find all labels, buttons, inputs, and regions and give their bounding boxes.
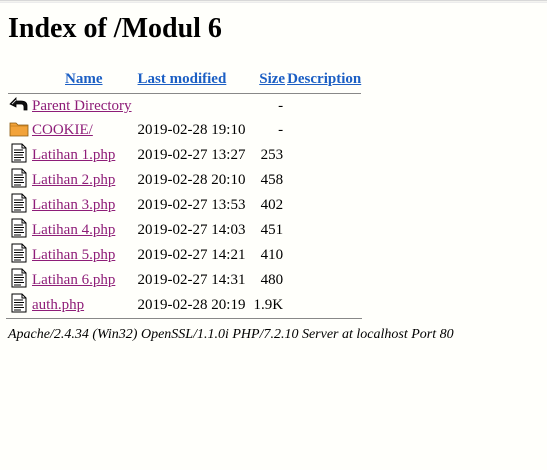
- text-file-icon: [9, 293, 29, 318]
- name-cell: Latihan 2.php: [32, 168, 136, 193]
- icon-cell: [8, 268, 30, 293]
- size-cell: 1.9K: [253, 297, 284, 314]
- description-cell: [287, 218, 361, 243]
- table-header-row: Name Last modified Size Description: [8, 68, 361, 90]
- name-cell: Parent Directory: [32, 94, 136, 119]
- text-file-icon: [9, 268, 29, 293]
- file-link[interactable]: Latihan 3.php: [32, 197, 115, 213]
- table-row: Latihan 2.php 2019-02-28 20:10 458: [8, 168, 361, 193]
- name-cell: Latihan 3.php: [32, 193, 136, 218]
- icon-cell: [8, 293, 30, 318]
- parent-directory-row: Parent Directory -: [8, 94, 361, 119]
- size-cell: 480: [260, 272, 284, 289]
- browser-top-edge: [0, 0, 547, 3]
- file-link[interactable]: Latihan 5.php: [32, 247, 115, 263]
- icon-cell: [8, 143, 30, 168]
- text-file-icon: [9, 243, 29, 268]
- name-cell: Latihan 1.php: [32, 143, 136, 168]
- sort-by-size-link[interactable]: Size: [259, 71, 285, 87]
- file-link[interactable]: auth.php: [32, 297, 84, 313]
- description-cell: [287, 193, 361, 218]
- description-cell: [287, 119, 361, 144]
- size-cell: 253: [260, 147, 284, 164]
- column-header-name: Name: [32, 68, 136, 90]
- last-modified-cell: 2019-02-27 14:21: [137, 247, 246, 264]
- icon-cell: [8, 243, 30, 268]
- size-cell: 451: [260, 222, 284, 239]
- last-modified-cell: [138, 94, 252, 119]
- parent-directory-link[interactable]: Parent Directory: [32, 98, 132, 114]
- page-title: Index of /Modul 6: [8, 13, 222, 44]
- icon-cell: [8, 94, 30, 119]
- description-cell: [287, 168, 361, 193]
- file-link[interactable]: Latihan 4.php: [32, 222, 115, 238]
- back-icon: [9, 95, 29, 118]
- description-cell: [287, 293, 361, 318]
- last-modified-cell: 2019-02-28 19:10: [137, 122, 246, 139]
- name-cell: Latihan 6.php: [32, 268, 136, 293]
- sort-by-last-modified-link[interactable]: Last modified: [138, 71, 227, 87]
- table-row: Latihan 3.php 2019-02-27 13:53 402: [8, 193, 361, 218]
- file-link[interactable]: COOKIE/: [32, 122, 93, 138]
- name-cell: Latihan 5.php: [32, 243, 136, 268]
- last-modified-cell: 2019-02-27 13:53: [137, 197, 246, 214]
- last-modified-cell: 2019-02-27 14:31: [137, 272, 246, 289]
- server-signature: Apache/2.4.34 (Win32) OpenSSL/1.1.0i PHP…: [8, 327, 454, 342]
- column-header-last-modified: Last modified: [138, 68, 252, 90]
- table-row: Latihan 1.php 2019-02-27 13:27 253: [8, 143, 361, 168]
- last-modified-cell: 2019-02-28 20:19: [137, 297, 246, 314]
- file-link[interactable]: Latihan 1.php: [32, 147, 115, 163]
- name-cell: Latihan 4.php: [32, 218, 136, 243]
- footer-separator: [6, 318, 362, 319]
- name-cell: COOKIE/: [32, 119, 136, 144]
- description-cell: [287, 143, 361, 168]
- description-cell: [287, 243, 361, 268]
- table-row: Latihan 4.php 2019-02-27 14:03 451: [8, 218, 361, 243]
- size-cell: 402: [260, 197, 284, 214]
- icon-column-header: [8, 68, 30, 90]
- file-link[interactable]: Latihan 6.php: [32, 272, 115, 288]
- text-file-icon: [9, 168, 29, 193]
- directory-listing-table: Name Last modified Size Description Pare…: [6, 68, 363, 318]
- size-cell: -: [278, 97, 284, 114]
- column-header-description: Description: [287, 68, 361, 90]
- last-modified-cell: 2019-02-27 13:27: [137, 147, 246, 164]
- size-cell: 458: [260, 172, 284, 189]
- last-modified-cell: 2019-02-27 14:03: [137, 222, 246, 239]
- table-row: Latihan 5.php 2019-02-27 14:21 410: [8, 243, 361, 268]
- last-modified-cell: 2019-02-28 20:10: [137, 172, 246, 189]
- text-file-icon: [9, 218, 29, 243]
- text-file-icon: [9, 143, 29, 168]
- file-link[interactable]: Latihan 2.php: [32, 172, 115, 188]
- folder-icon: [9, 119, 29, 142]
- listing-body: Parent Directory - COOKIE/2019-02-28 19:10…: [8, 94, 361, 318]
- column-header-size: Size: [253, 68, 285, 90]
- sort-by-description-link[interactable]: Description: [287, 71, 361, 87]
- description-cell: [287, 94, 361, 119]
- text-file-icon: [9, 193, 29, 218]
- size-cell: 410: [260, 247, 284, 264]
- size-cell: -: [278, 122, 284, 139]
- icon-cell: [8, 193, 30, 218]
- table-row: COOKIE/2019-02-28 19:10 -: [8, 119, 361, 144]
- icon-cell: [8, 218, 30, 243]
- description-cell: [287, 268, 361, 293]
- name-cell: auth.php: [32, 293, 136, 318]
- table-row: Latihan 6.php 2019-02-27 14:31 480: [8, 268, 361, 293]
- icon-cell: [8, 119, 30, 144]
- table-row: auth.php 2019-02-28 20:19 1.9K: [8, 293, 361, 318]
- icon-cell: [8, 168, 30, 193]
- sort-by-name-link[interactable]: Name: [65, 71, 103, 87]
